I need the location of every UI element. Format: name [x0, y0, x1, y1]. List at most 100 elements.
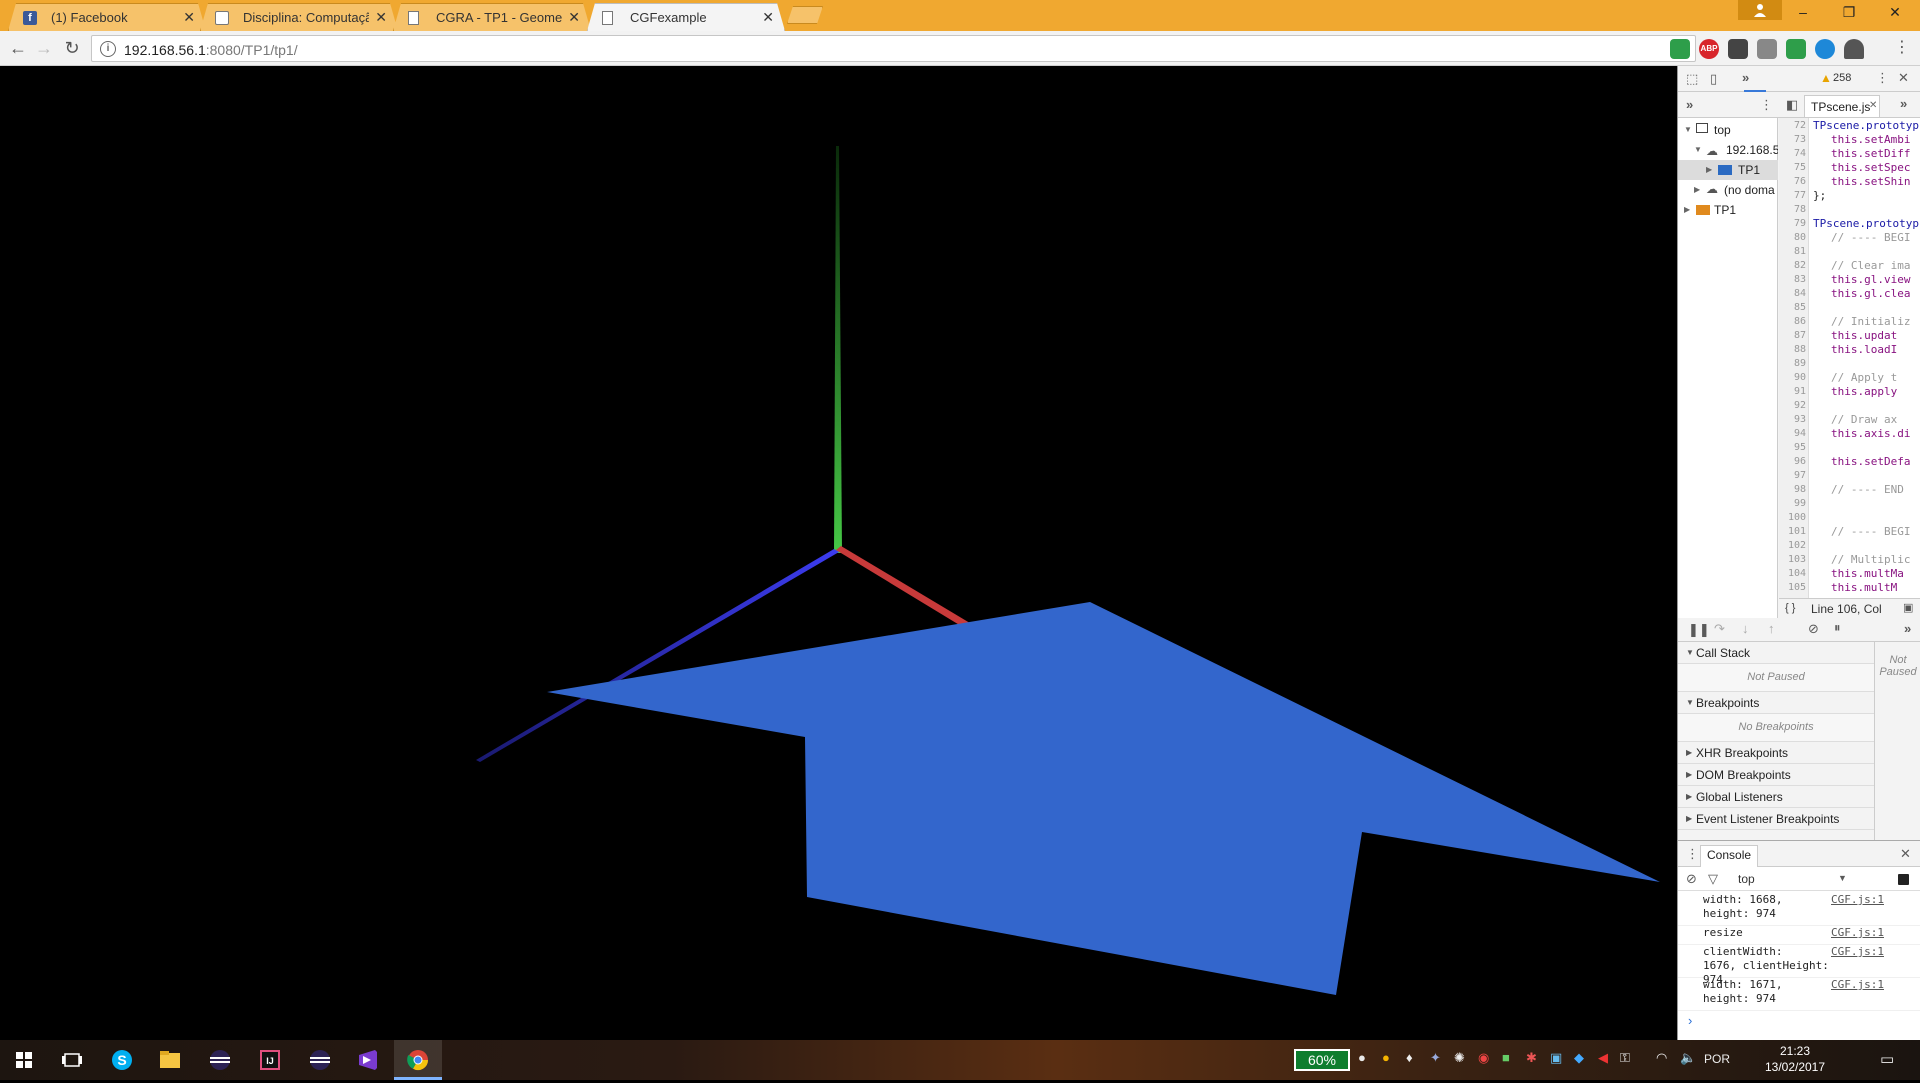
expand-triangle-icon[interactable]: ▼ [1686, 648, 1694, 657]
tab-cgfexample[interactable]: CGFexample ✕ [587, 3, 785, 31]
extension-notify-icon[interactable] [1728, 39, 1748, 59]
clock[interactable]: 21:23 13/02/2017 [1760, 1043, 1830, 1075]
editor-more-icon[interactable]: » [1900, 96, 1907, 111]
console-prompt-icon[interactable]: › [1688, 1013, 1692, 1028]
start-button[interactable] [0, 1040, 48, 1080]
line-number[interactable]: 102 [1779, 540, 1806, 551]
tree-item-tp1-root[interactable]: ▶ TP1 [1678, 200, 1778, 220]
line-number[interactable]: 87 [1779, 330, 1806, 341]
filter-icon[interactable]: ▽ [1708, 871, 1718, 887]
line-number[interactable]: 96 [1779, 456, 1806, 467]
tree-item-no-domain[interactable]: ▶ ☁ (no doma [1678, 180, 1778, 200]
line-number[interactable]: 101 [1779, 526, 1806, 537]
forward-button[interactable]: → [32, 37, 56, 61]
webgl-canvas[interactable] [0, 66, 1677, 1040]
navigator-more-icon[interactable]: » [1686, 97, 1693, 112]
line-number[interactable]: 90 [1779, 372, 1806, 383]
line-number[interactable]: 95 [1779, 442, 1806, 453]
tray-icon-10[interactable]: ◆ [1574, 1050, 1584, 1066]
cloud-icon[interactable] [1844, 39, 1864, 59]
step-into-icon[interactable]: ↓ [1742, 621, 1749, 636]
collapse-triangle-icon[interactable]: ▶ [1694, 185, 1700, 194]
tray-icon-3[interactable]: ♦ [1406, 1050, 1413, 1065]
context-select[interactable]: top [1738, 872, 1755, 886]
tree-item-tp1[interactable]: ▶ TP1 [1678, 160, 1778, 180]
inspect-element-icon[interactable]: ⬚ [1686, 71, 1698, 87]
step-out-icon[interactable]: ↑ [1768, 621, 1775, 636]
line-number[interactable]: 94 [1779, 428, 1806, 439]
code-editor[interactable]: 72 TPscene.prototyp 73 this.setAmbi 74 this.s… [1779, 118, 1920, 598]
event-listener-breakpoints-header[interactable]: ▶ Event Listener Breakpoints [1678, 808, 1874, 830]
tree-item-top[interactable]: ▼ top [1678, 120, 1778, 140]
profile-icon[interactable] [1738, 0, 1782, 20]
expand-triangle-icon[interactable]: ▼ [1684, 125, 1692, 134]
line-number[interactable]: 104 [1779, 568, 1806, 579]
devtools-menu-icon[interactable]: ⋮ [1876, 70, 1889, 86]
line-number[interactable]: 93 [1779, 414, 1806, 425]
line-number[interactable]: 81 [1779, 246, 1806, 257]
extension-download-icon[interactable] [1670, 39, 1690, 59]
tray-icon-12[interactable]: ⚿ [1620, 1050, 1630, 1066]
warning-count[interactable]: 258 [1833, 72, 1851, 84]
reload-button[interactable]: ↻ [60, 37, 84, 61]
collapse-triangle-icon[interactable]: ▶ [1706, 165, 1712, 174]
collapse-triangle-icon[interactable]: ▶ [1686, 770, 1692, 779]
tab-close-icon[interactable]: ✕ [375, 9, 387, 26]
drawer-close-icon[interactable]: ✕ [1900, 846, 1911, 862]
line-number[interactable]: 77 [1779, 190, 1806, 201]
collapse-triangle-icon[interactable]: ▶ [1686, 748, 1692, 757]
line-number[interactable]: 100 [1779, 512, 1806, 523]
eclipse-2-taskbar-button[interactable] [296, 1040, 344, 1080]
notifications-icon[interactable]: ▭ [1880, 1050, 1894, 1068]
battery-meter[interactable]: 60% [1294, 1049, 1350, 1071]
line-number[interactable]: 99 [1779, 498, 1806, 509]
line-number[interactable]: 79 [1779, 218, 1806, 229]
tab-close-icon[interactable]: ✕ [762, 9, 774, 26]
back-button[interactable]: ← [6, 37, 30, 61]
line-number[interactable]: 74 [1779, 148, 1806, 159]
message-source-link[interactable]: CGF.js:1 [1831, 945, 1884, 958]
extension-sync-icon[interactable] [1786, 39, 1806, 59]
minimize-button[interactable]: – [1780, 4, 1826, 26]
skype-taskbar-button[interactable]: S [98, 1040, 146, 1080]
drawer-menu-icon[interactable]: ⋮ [1686, 846, 1699, 862]
pretty-print-icon[interactable]: { } [1785, 602, 1795, 614]
visual-studio-taskbar-button[interactable] [344, 1040, 392, 1080]
dom-breakpoints-header[interactable]: ▶ DOM Breakpoints [1678, 764, 1874, 786]
language-indicator[interactable]: POR [1704, 1052, 1730, 1066]
collapse-triangle-icon[interactable]: ▶ [1686, 792, 1692, 801]
more-tabs-icon[interactable]: » [1742, 70, 1749, 85]
url-text[interactable]: 192.168.56.1:8080/TP1/tp1/ [124, 42, 298, 58]
line-number[interactable]: 76 [1779, 176, 1806, 187]
line-number[interactable]: 105 [1779, 582, 1806, 593]
close-window-button[interactable]: ✕ [1872, 4, 1918, 26]
chrome-taskbar-button[interactable] [394, 1040, 442, 1080]
tray-icon-11[interactable]: ◀ [1598, 1050, 1608, 1066]
line-number[interactable]: 83 [1779, 274, 1806, 285]
devtools-close-icon[interactable]: ✕ [1898, 70, 1909, 86]
file-explorer-taskbar-button[interactable] [146, 1040, 194, 1080]
tray-icon-5[interactable]: ✺ [1454, 1050, 1465, 1066]
tab-cgra[interactable]: CGRA - TP1 - Geometria ✕ [393, 3, 591, 31]
debugger-more-icon[interactable]: » [1904, 621, 1911, 636]
tray-icon-1[interactable]: ● [1358, 1050, 1366, 1065]
line-number[interactable]: 97 [1779, 470, 1806, 481]
extension-blue-icon[interactable] [1815, 39, 1835, 59]
tray-icon-7[interactable]: ■ [1502, 1050, 1510, 1065]
step-over-icon[interactable]: ↷ [1714, 621, 1725, 637]
tab-close-icon[interactable]: ✕ [568, 9, 580, 26]
line-number[interactable]: 89 [1779, 358, 1806, 369]
tab-close-icon[interactable]: ✕ [183, 9, 195, 26]
tray-icon-2[interactable]: ● [1382, 1050, 1390, 1065]
breakpoints-header[interactable]: ▼ Breakpoints [1678, 692, 1874, 714]
toggle-debugger-icon[interactable]: ▣ [1903, 601, 1913, 614]
file-tab-close-icon[interactable]: ✕ [1869, 100, 1877, 111]
message-source-link[interactable]: CGF.js:1 [1831, 926, 1884, 939]
tab-disciplina[interactable]: Disciplina: Computação G ✕ [200, 3, 398, 31]
line-number[interactable]: 88 [1779, 344, 1806, 355]
call-stack-header[interactable]: ▼ Call Stack [1678, 642, 1874, 664]
intellij-taskbar-button[interactable]: IJ [246, 1040, 294, 1080]
new-tab-button[interactable] [787, 6, 823, 24]
adblock-icon[interactable]: ABP [1699, 39, 1719, 59]
line-number[interactable]: 75 [1779, 162, 1806, 173]
